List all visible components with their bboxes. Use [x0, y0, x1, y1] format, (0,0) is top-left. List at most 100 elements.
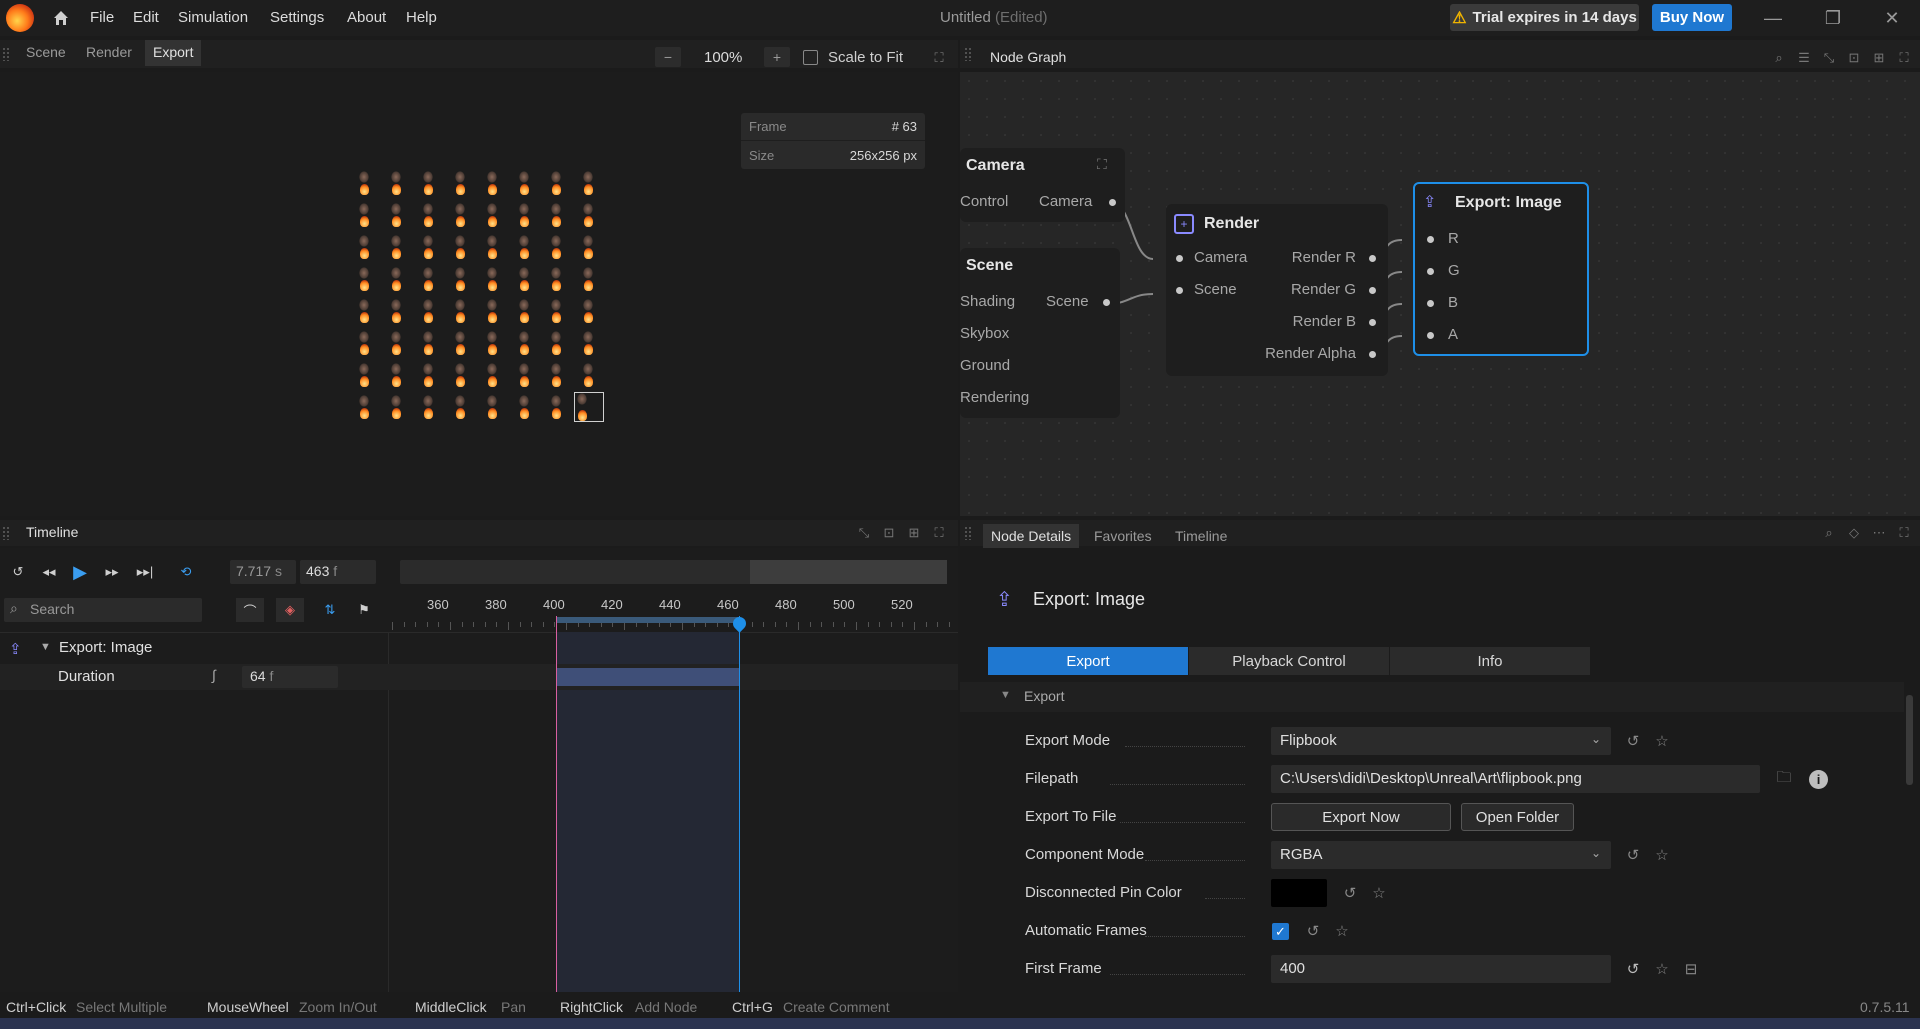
reset-icon[interactable]: ↺ [1624, 732, 1642, 750]
chevron-down-icon[interactable]: ▼ [40, 641, 51, 653]
frame-all-icon[interactable]: ⊡ [881, 525, 897, 541]
diamond-icon[interactable]: ◇ [1846, 525, 1862, 541]
tab-export-props[interactable]: Export [988, 647, 1188, 675]
menu-help[interactable]: Help [406, 9, 437, 26]
reset-icon[interactable]: ↺ [1304, 922, 1322, 940]
color-swatch[interactable] [1271, 879, 1327, 907]
first-frame-input[interactable]: 400 [1271, 955, 1611, 983]
panel-grip-icon[interactable] [2, 526, 10, 540]
maximize-icon[interactable]: ❐ [1821, 6, 1845, 30]
panel-grip-icon[interactable] [964, 526, 972, 540]
reset-icon[interactable]: ↺ [1624, 846, 1642, 864]
tab-export[interactable]: Export [145, 40, 202, 66]
favorite-star-icon[interactable]: ☆ [1333, 922, 1351, 940]
restart-icon[interactable]: ↺ [6, 560, 30, 584]
loop-icon[interactable]: ⟲ [174, 560, 198, 584]
zoom-out-button[interactable]: − [655, 47, 681, 67]
keyframe-icon[interactable]: ◈ [276, 598, 304, 622]
filepath-input[interactable]: C:\Users\didi\Desktop\Unreal\Art\flipboo… [1271, 765, 1760, 793]
track-title[interactable]: Export: Image [59, 639, 152, 656]
favorite-star-icon[interactable]: ☆ [1653, 960, 1671, 978]
search-input[interactable]: ⌕ Search [4, 598, 202, 622]
duration-clip[interactable] [556, 668, 740, 686]
tab-scene[interactable]: Scene [18, 40, 74, 66]
pin-dot[interactable] [1109, 199, 1116, 206]
close-icon[interactable]: ✕ [1880, 6, 1904, 30]
range-bar[interactable] [556, 617, 740, 623]
export-image-node[interactable]: ⇪ Export: Image R G B A [1413, 182, 1589, 356]
tab-render[interactable]: Render [78, 40, 140, 66]
step-forward-icon[interactable]: ▸▸ [100, 560, 124, 584]
reset-icon[interactable]: ↺ [1341, 884, 1359, 902]
more-icon[interactable]: ⋯ [1871, 525, 1887, 541]
tab-info[interactable]: Info [1390, 647, 1590, 675]
tab-playback-control[interactable]: Playback Control [1189, 647, 1389, 675]
fullscreen-icon[interactable]: ⛶ [931, 525, 947, 541]
menu-about[interactable]: About [347, 9, 386, 26]
panel-grip-icon[interactable] [2, 47, 10, 61]
frame-field[interactable]: 463 f [300, 560, 376, 584]
pin-dot[interactable] [1103, 299, 1110, 306]
collapse-icon[interactable]: ⤡ [1821, 50, 1837, 66]
tab-favorites[interactable]: Favorites [1086, 524, 1160, 548]
tab-timeline[interactable]: Timeline [1167, 524, 1235, 548]
menu-settings[interactable]: Settings [270, 9, 324, 26]
section-header[interactable] [960, 682, 1904, 712]
frame-all-icon[interactable]: ⊡ [1846, 50, 1862, 66]
info-icon[interactable]: i [1809, 770, 1828, 789]
chevron-down-icon[interactable]: ▼ [1000, 689, 1011, 701]
pin-dot[interactable] [1176, 287, 1183, 294]
pin-dot[interactable] [1427, 268, 1434, 275]
buy-now-button[interactable]: Buy Now [1652, 4, 1732, 31]
export-mode-select[interactable]: Flipbook ⌄ [1271, 727, 1611, 755]
menu-file[interactable]: File [90, 9, 114, 26]
play-icon[interactable]: ▶ [68, 560, 92, 584]
node-graph-canvas[interactable]: Camera ⛶ Control Camera Scene Shading Sc… [960, 72, 1920, 516]
automatic-frames-checkbox[interactable]: ✓ [1272, 923, 1289, 940]
trial-badge[interactable]: ⚠ Trial expires in 14 days [1450, 4, 1639, 31]
step-back-icon[interactable]: ◂◂ [37, 560, 61, 584]
fullscreen-icon[interactable]: ⛶ [931, 50, 947, 66]
pin-dot[interactable] [1369, 351, 1376, 358]
list-icon[interactable]: ☰ [1796, 50, 1812, 66]
add-marker-icon[interactable]: ⚑ [350, 598, 378, 622]
folder-icon[interactable]: 🗀 [1775, 769, 1793, 788]
export-now-button[interactable]: Export Now [1271, 803, 1451, 831]
render-node[interactable]: + Render Camera Render R Scene Render G … [1166, 204, 1388, 376]
zoom-in-button[interactable]: + [764, 47, 790, 67]
zoom-fit-icon[interactable]: ⊞ [1871, 50, 1887, 66]
curve-icon[interactable]: ∫ [212, 667, 216, 683]
duration-field[interactable]: 64 f [242, 666, 338, 688]
open-folder-button[interactable]: Open Folder [1461, 803, 1574, 831]
favorite-star-icon[interactable]: ☆ [1370, 884, 1388, 902]
pin-dot[interactable] [1369, 319, 1376, 326]
panel-grip-icon[interactable] [964, 47, 972, 61]
pin-dot[interactable] [1427, 300, 1434, 307]
favorite-star-icon[interactable]: ☆ [1653, 732, 1671, 750]
search-icon[interactable]: ⌕ [1771, 50, 1787, 66]
scale-to-fit-checkbox[interactable] [803, 50, 818, 65]
fullscreen-icon[interactable]: ⛶ [1896, 50, 1912, 66]
time-field[interactable]: 7.717 s [230, 560, 296, 584]
scene-node[interactable]: Scene Shading Scene Skybox Ground Render… [960, 248, 1120, 418]
skip-end-icon[interactable]: ▸▸| [133, 560, 157, 584]
zoom-fit-icon[interactable]: ⊞ [906, 525, 922, 541]
scrollbar-thumb[interactable] [1906, 695, 1913, 785]
search-icon[interactable]: ⌕ [1821, 525, 1837, 541]
pin-dot[interactable] [1427, 332, 1434, 339]
playhead-line[interactable] [739, 616, 740, 992]
collapse-icon[interactable]: ⤡ [856, 525, 872, 541]
curve-editor-icon[interactable]: ⌒ [236, 598, 264, 622]
expand-icon[interactable]: ⛶ [1097, 156, 1107, 173]
minimize-icon[interactable]: — [1761, 6, 1785, 30]
snap-icon[interactable]: ⇅ [316, 598, 344, 622]
reset-icon[interactable]: ↺ [1624, 960, 1642, 978]
tab-node-details[interactable]: Node Details [983, 524, 1080, 548]
pin-dot[interactable] [1427, 236, 1434, 243]
menu-simulation[interactable]: Simulation [178, 9, 248, 26]
menu-edit[interactable]: Edit [133, 9, 159, 26]
timeline-scrollbar[interactable] [400, 560, 947, 584]
camera-node[interactable]: Camera ⛶ Control Camera [960, 148, 1125, 222]
component-mode-select[interactable]: RGBA ⌄ [1271, 841, 1611, 869]
home-icon[interactable] [52, 9, 70, 27]
